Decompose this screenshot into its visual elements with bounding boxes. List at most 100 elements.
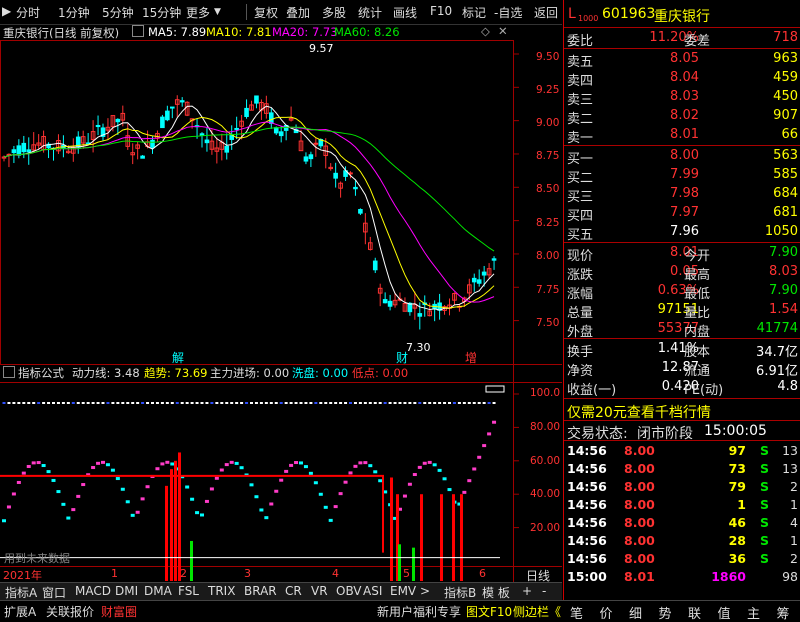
candle-body xyxy=(95,124,101,128)
quote-tab[interactable]: 细 xyxy=(629,603,642,622)
more-dropdown-icon[interactable]: ▼ xyxy=(214,7,221,17)
indicator-tab[interactable]: > xyxy=(418,584,432,600)
indicator-tab[interactable]: 模 板 xyxy=(480,584,512,600)
candle-body xyxy=(115,118,121,123)
indicator-dot xyxy=(418,402,422,404)
indicator-dot xyxy=(47,402,51,404)
quote-tab[interactable]: 主 xyxy=(747,603,760,622)
time-axis-month: 3 xyxy=(244,567,251,580)
indicator-name[interactable]: 指标公式 xyxy=(18,365,64,381)
indicator-dot xyxy=(205,402,209,404)
indicator-dot xyxy=(175,402,179,404)
indicator-tab[interactable]: EMV xyxy=(388,584,418,600)
status-sidebar-toggle[interactable]: 侧边栏《 xyxy=(513,603,561,620)
diamond-icon[interactable]: ◇ xyxy=(481,24,490,38)
legend-toggle-icon[interactable] xyxy=(132,25,144,37)
level2-promo[interactable]: 仅需20元查看千档行情 xyxy=(564,402,800,422)
time-axis-month: 4 xyxy=(332,567,339,580)
indicator-toggle-icon[interactable] xyxy=(3,366,15,378)
indicator-tab[interactable]: 指标B xyxy=(442,584,478,600)
mark-cai[interactable]: 财 xyxy=(396,349,408,366)
period-tab-15min[interactable]: 15分钟 xyxy=(142,4,181,21)
weicha-label: 委差 xyxy=(684,34,711,49)
indicator-dot xyxy=(195,402,199,404)
nav-back-icon[interactable]: ▶ xyxy=(2,4,11,18)
status-expand[interactable]: 扩展A xyxy=(4,603,36,620)
indicator-tab[interactable]: 窗口 xyxy=(40,584,68,600)
indicator-tab[interactable]: BRAR xyxy=(242,584,279,600)
indicator-tab[interactable]: OBV xyxy=(334,584,364,600)
oscillator-mark xyxy=(358,461,363,465)
toolbar-fuquan[interactable]: 复权 xyxy=(254,4,278,21)
mark-zeng[interactable]: 增 xyxy=(465,349,477,366)
toolbar-diejia[interactable]: 叠加 xyxy=(286,4,310,21)
indicator-dot xyxy=(245,402,249,404)
oscillator-mark xyxy=(477,455,482,459)
oscillator-mark xyxy=(145,485,150,489)
indicator-tab[interactable]: - xyxy=(540,584,548,600)
oscillator-mark xyxy=(125,500,130,504)
oscillator-mark xyxy=(209,487,214,491)
candle-body xyxy=(387,300,393,307)
candle-body xyxy=(417,313,423,317)
indicator-tab[interactable]: 指标A xyxy=(3,584,39,600)
indicator-tick-label: 40.00 xyxy=(530,488,561,500)
oscillator-mark xyxy=(41,464,46,468)
indicator-dot xyxy=(324,402,328,404)
toolbar-tongji[interactable]: 统计 xyxy=(358,4,382,21)
toolbar-biaoji[interactable]: 标记 xyxy=(462,4,486,21)
bid-label: 买五 xyxy=(567,228,594,243)
trade-time: 15:00:05 xyxy=(704,423,767,439)
toolbar-f10[interactable]: F10 xyxy=(430,4,452,18)
toolbar-duogu[interactable]: 多股 xyxy=(322,4,346,21)
status-wealth-circle[interactable]: 财富圈 xyxy=(101,603,137,620)
period-tab-fenshi[interactable]: 分时 xyxy=(16,4,40,21)
indicator-tab[interactable]: CR xyxy=(283,584,304,600)
status-new-user-promo[interactable]: 新用户福利专享 xyxy=(377,603,461,620)
toolbar-remove-watchlist[interactable]: -自选 xyxy=(494,4,522,21)
period-tab-more[interactable]: 更多 xyxy=(186,4,210,21)
period-tab-5min[interactable]: 5分钟 xyxy=(102,4,134,21)
ask-row: 卖五 8.05 963 xyxy=(564,51,800,70)
indicator-tab[interactable]: FSL xyxy=(176,584,201,600)
tick-price: 8.00 xyxy=(624,551,655,566)
stat-label: 现价 xyxy=(567,249,594,264)
indicator-tab[interactable]: MACD xyxy=(73,584,113,600)
stat-value: 6.91亿 xyxy=(756,364,798,379)
candle-body xyxy=(170,106,175,109)
candle-body xyxy=(224,145,230,153)
stock-name: 重庆银行 xyxy=(654,9,710,25)
quote-tab[interactable]: 笔 xyxy=(570,603,583,622)
mark-jie[interactable]: 解 xyxy=(172,349,184,366)
bid-volume: 585 xyxy=(773,167,798,182)
quote-tab[interactable]: 价 xyxy=(600,603,613,622)
close-icon[interactable]: ✕ xyxy=(498,24,508,38)
quote-tab[interactable]: 筹 xyxy=(777,603,790,622)
tick-count: 4 xyxy=(790,515,798,530)
tick-time: 14:56 xyxy=(567,533,607,548)
period-tab-1min[interactable]: 1分钟 xyxy=(58,4,90,21)
indicator-dot xyxy=(388,402,392,404)
quote-tab[interactable]: 联 xyxy=(688,603,701,622)
status-f10[interactable]: 图文F10 xyxy=(466,603,512,620)
indicator-tab[interactable]: TRIX xyxy=(206,584,237,600)
indicator-dot xyxy=(235,402,239,404)
level2-promo-text[interactable]: 仅需20元查看千档行情 xyxy=(567,402,711,422)
time-axis-month: 1 xyxy=(111,567,118,580)
toolbar-back[interactable]: 返回 xyxy=(534,4,558,21)
indicator-tab[interactable]: VR xyxy=(309,584,330,600)
indicator-tab[interactable]: DMI xyxy=(113,584,140,600)
oscillator-mark xyxy=(427,460,432,464)
quote-tab[interactable]: 值 xyxy=(718,603,731,622)
indicator-tab[interactable]: ASI xyxy=(361,584,384,600)
indicator-tab[interactable]: + xyxy=(520,584,534,600)
indicator-dot xyxy=(155,402,159,404)
status-related-quote[interactable]: 关联报价 xyxy=(46,603,94,620)
ask-volume: 459 xyxy=(773,70,798,85)
price-tick-label: 8.25 xyxy=(536,217,560,229)
kline-chart[interactable] xyxy=(0,40,562,582)
indicator-tab[interactable]: DMA xyxy=(142,584,174,600)
quote-tab[interactable]: 势 xyxy=(659,603,672,622)
tick-time: 14:56 xyxy=(567,443,607,458)
toolbar-huaxian[interactable]: 画线 xyxy=(393,4,417,21)
